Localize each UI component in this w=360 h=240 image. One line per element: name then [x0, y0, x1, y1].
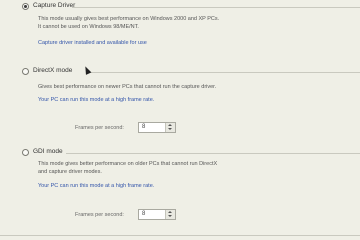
directx-fps-stepper[interactable]: 8: [138, 122, 176, 133]
gdi-fps-spin-buttons[interactable]: [165, 210, 175, 219]
directx-mode-radio[interactable]: [22, 68, 29, 75]
gdi-mode-desc-line2: and capture driver modes.: [38, 169, 102, 175]
directx-fps-label: Frames per second:: [75, 125, 124, 131]
gdi-fps-stepper[interactable]: 8: [138, 209, 176, 220]
gdi-fps-value[interactable]: 8: [142, 211, 145, 217]
divider-directx: [86, 72, 360, 73]
directx-mode-desc: Gives best performance on newer PCs that…: [38, 84, 217, 90]
gdi-mode-desc-line1: This mode gives better performance on ol…: [38, 161, 218, 167]
gdi-mode-link[interactable]: Your PC can run this mode at a high fram…: [38, 183, 154, 189]
gdi-mode-label[interactable]: GDI mode: [33, 148, 63, 155]
directx-fps-spin-buttons[interactable]: [165, 123, 175, 132]
directx-mode-label[interactable]: DirectX mode: [33, 67, 72, 74]
capture-driver-radio[interactable]: [22, 3, 29, 10]
divider-gdi: [66, 153, 360, 154]
divider-capture-driver: [72, 7, 360, 8]
gdi-mode-radio[interactable]: [22, 149, 29, 156]
capture-driver-desc-line2: It cannot be used on Windows 98/ME/NT.: [38, 24, 139, 30]
capture-driver-status-link[interactable]: Capture driver installed and available f…: [38, 40, 147, 46]
bottom-divider: [0, 235, 360, 236]
spin-up-icon[interactable]: [168, 211, 172, 213]
directx-fps-value[interactable]: 8: [142, 124, 145, 130]
gdi-fps-label: Frames per second:: [75, 212, 124, 218]
directx-mode-link[interactable]: Your PC can run this mode at a high fram…: [38, 97, 154, 103]
capture-driver-desc-line1: This mode usually gives best performance…: [38, 16, 220, 22]
mouse-pointer-icon: [82, 65, 92, 75]
spin-up-icon[interactable]: [168, 124, 172, 126]
capture-driver-label[interactable]: Capture Driver: [33, 2, 75, 9]
spin-down-icon[interactable]: [168, 215, 172, 217]
spin-down-icon[interactable]: [168, 128, 172, 130]
